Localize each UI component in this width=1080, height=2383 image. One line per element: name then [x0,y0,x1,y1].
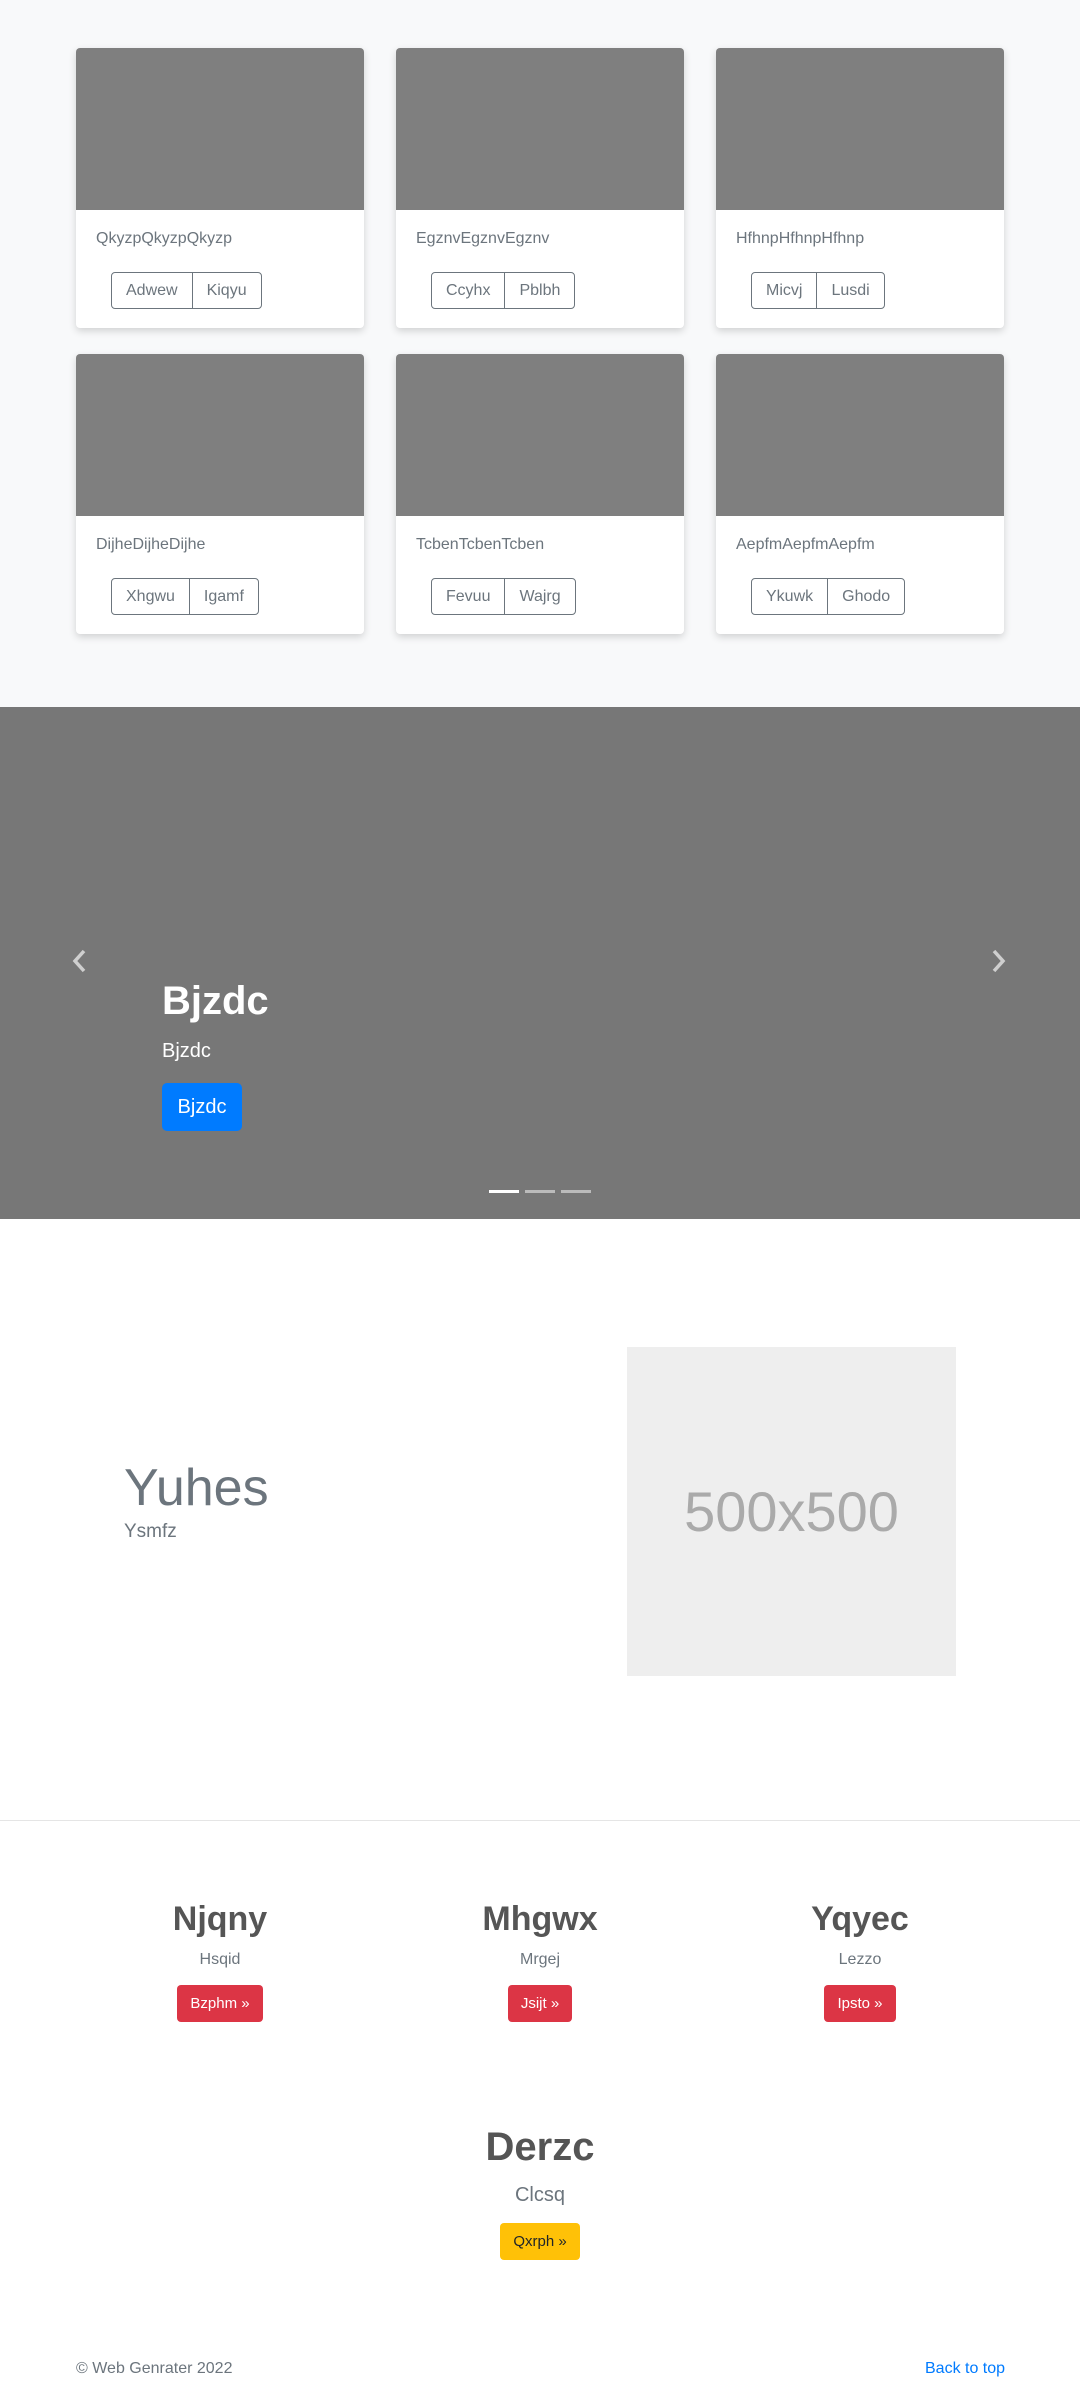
card-text: AepfmAepfmAepfm [736,536,875,553]
album-card: EgznvEgznvEgznv Ccyhx Pblbh [396,48,684,328]
chevron-left-icon[interactable] [70,949,90,977]
card-button-group: Ykuwk Ghodo [751,578,906,615]
album-card: DijheDijheDijhe Xhgwu Igamf [76,354,364,634]
placeholder-label: 500x500 [684,1480,899,1543]
featurette-image-placeholder: 500x500 [627,1347,956,1676]
column-text: Mrgej [519,1951,560,1968]
column-button[interactable]: Jsijt » [507,1985,573,2022]
card-thumbnail [716,48,1004,210]
album-card: HfhnpHfhnpHfhnp Micvj Lusdi [716,48,1004,328]
card-text: TcbenTcbenTcben [416,536,545,553]
card-button[interactable]: Ghodo [827,578,906,615]
album-card: TcbenTcbenTcben Fevuu Wajrg [396,354,684,634]
card-thumbnail [76,48,364,210]
card-text: DijheDijheDijhe [96,536,206,553]
chevron-right-icon[interactable] [988,949,1008,977]
card-thumbnail [396,354,684,516]
card-text: HfhnpHfhnpHfhnp [736,230,865,247]
card-thumbnail [716,354,1004,516]
back-to-top-link[interactable]: Back to top [925,2360,1005,2378]
carousel-title: Bjzdc [162,979,269,1023]
center-text: Clcsq [514,2184,565,2206]
card-button[interactable]: Lusdi [816,272,885,309]
card-button-group: Micvj Lusdi [751,272,885,309]
album-card: AepfmAepfmAepfm Ykuwk Ghodo [716,354,1004,634]
column-button[interactable]: Bzphm » [177,1985,263,2022]
card-text: EgznvEgznvEgznv [416,230,550,247]
album-card: QkyzpQkyzpQkyzp Adwew Kiqyu [76,48,364,328]
card-button[interactable]: Fevuu [431,578,506,615]
card-button[interactable]: Wajrg [504,578,576,615]
card-thumbnail [396,48,684,210]
carousel-indicator[interactable] [489,1190,519,1193]
card-button-group: Xhgwu Igamf [111,578,259,615]
card-button[interactable]: Ykuwk [751,578,829,615]
card-button-group: Ccyhx Pblbh [431,272,576,309]
column-heading: Yqyec [811,1900,909,1938]
center-button[interactable]: Qxrph » [500,2223,580,2260]
center-feature: Derzc Clcsq Qxrph » [390,2125,690,2260]
carousel: Bjzdc Bjzdc Bjzdc [0,707,1080,1219]
card-button[interactable]: Ccyhx [431,272,506,309]
column-heading: Mhgwx [482,1900,598,1938]
card-text: QkyzpQkyzpQkyzp [96,230,233,247]
marketing-column: Mhgwx Mrgej Jsijt » [420,1900,660,2022]
card-button[interactable]: Micvj [751,272,818,309]
card-button[interactable]: Pblbh [504,272,576,309]
card-button-group: Adwew Kiqyu [111,272,262,309]
card-button[interactable]: Adwew [111,272,193,309]
column-text: Lezzo [838,1951,882,1968]
column-text: Hsqid [199,1951,241,1968]
carousel-button[interactable]: Bjzdc [162,1083,242,1131]
card-button[interactable]: Kiqyu [191,272,262,309]
marketing-column: Njqny Hsqid Bzphm » [100,1900,340,2022]
card-button-group: Fevuu Wajrg [431,578,576,615]
column-heading: Njqny [172,1900,268,1938]
album-section: QkyzpQkyzpQkyzp Adwew Kiqyu EgznvEgznvEg… [0,0,1080,707]
center-heading: Derzc [485,2125,595,2169]
card-button[interactable]: Igamf [188,578,259,615]
featurette-heading: Yuhes [124,1459,269,1517]
card-button[interactable]: Xhgwu [111,578,190,615]
carousel-subtitle: Bjzdc [162,1040,211,1062]
column-button[interactable]: Ipsto » [824,1985,896,2022]
featurette-lead: Ysmfz [124,1521,177,1542]
carousel-indicator[interactable] [561,1190,591,1193]
footer-copyright: © Web Genrater 2022 [76,2360,233,2377]
carousel-indicator[interactable] [525,1190,555,1193]
card-thumbnail [76,354,364,516]
carousel-indicators [489,1190,591,1193]
featurette-divider [0,1820,1080,1821]
marketing-column: Yqyec Lezzo Ipsto » [740,1900,980,2022]
